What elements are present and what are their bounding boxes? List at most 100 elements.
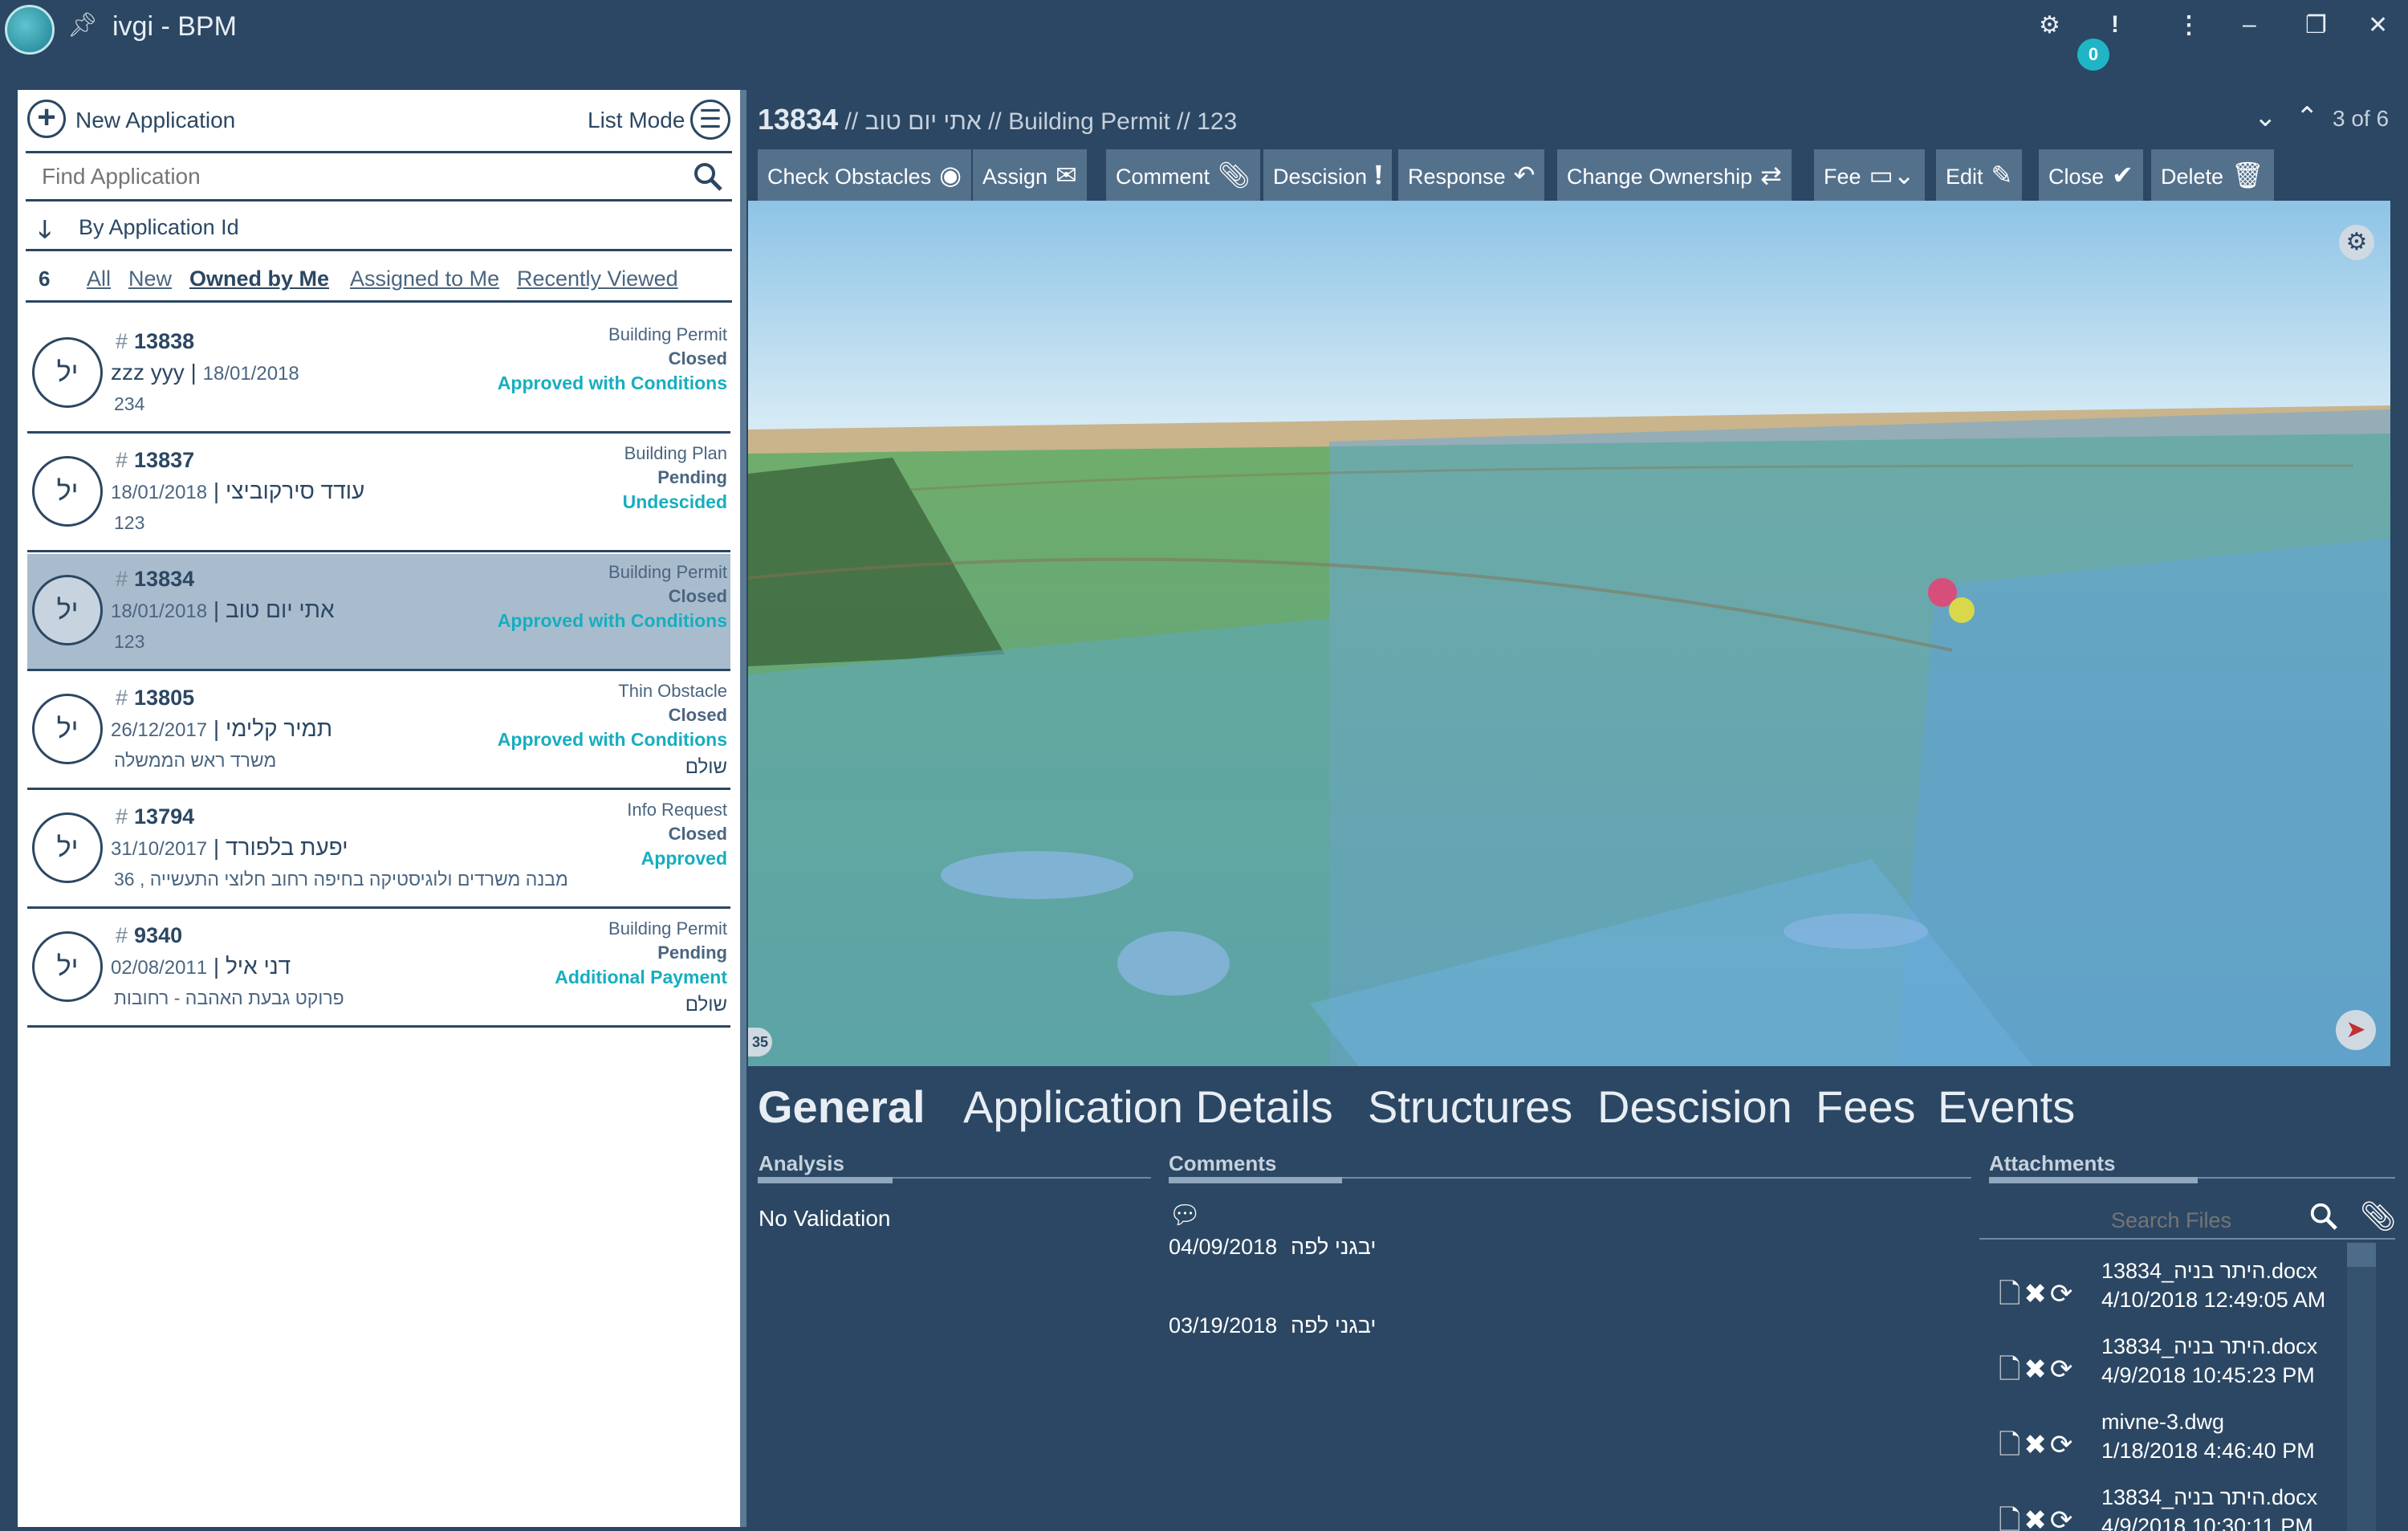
application-item[interactable]: יל #13805 תמיר קלימי | 26/12/2017 משרד ראש … xyxy=(27,673,730,790)
search-files-input[interactable] xyxy=(1983,1206,2231,1235)
application-item[interactable]: יל #13837 עודד סירקוביצי | 18/01/2018 123 Bu… xyxy=(27,435,730,552)
map-canvas[interactable] xyxy=(748,201,2390,1066)
comment-date: 03/19/2018 xyxy=(1169,1313,1278,1338)
avatar: יל xyxy=(32,812,103,883)
filter-recently-viewed[interactable]: Recently Viewed xyxy=(517,267,678,291)
file-icon[interactable]: 🗋︎ xyxy=(1999,1354,2020,1385)
attachment-item[interactable]: 🗋︎ ✖ ⟳ 13834_היתר בניה.docx 4/9/2018 10:30:1… xyxy=(1999,1485,2344,1531)
filter-assigned-to-me[interactable]: Assigned to Me xyxy=(350,267,499,291)
attachment-name[interactable]: 13834_היתר בניה.docx xyxy=(2101,1259,2317,1284)
application-subtitle: 123 xyxy=(114,512,145,533)
attachment-name[interactable]: 13834_היתר בניה.docx xyxy=(2101,1334,2317,1359)
close-window-icon[interactable]: ✕ xyxy=(2368,11,2388,39)
attachment-item[interactable]: 🗋︎ ✖ ⟳ mivne-3.dwg 1/18/2018 4:46:40 PM xyxy=(1999,1410,2344,1485)
check-obstacles-button[interactable]: Check Obstacles ◉ xyxy=(758,149,972,201)
delete-icon[interactable]: ✖ xyxy=(2024,1430,2047,1460)
new-application-button[interactable]: New Application xyxy=(75,108,235,133)
assign-button[interactable]: Assign ✉ xyxy=(973,149,1087,201)
attachment-item[interactable]: 🗋︎ ✖ ⟳ 13834_היתר בניה.docx 4/9/2018 10:45:2… xyxy=(1999,1334,2344,1410)
refresh-icon[interactable]: ⟳ xyxy=(2050,1430,2073,1460)
delete-icon[interactable]: ✖ xyxy=(2024,1279,2047,1309)
application-item[interactable]: יל #13838 zzz yyy | 18/01/2018 234 Building … xyxy=(27,316,730,434)
map-marker[interactable] xyxy=(1949,597,1975,623)
file-icon[interactable]: 🗋︎ xyxy=(1999,1279,2020,1309)
comment-button[interactable]: Comment 📎︎ xyxy=(1106,149,1260,201)
attachment-name[interactable]: 13834_היתר בניה.docx xyxy=(2101,1485,2317,1510)
applicant-name: עודד סירקוביצי xyxy=(225,478,365,503)
refresh-icon[interactable]: ⟳ xyxy=(2050,1354,2073,1385)
applicant-name: zzz yyy xyxy=(111,360,185,385)
attachments-scrollbar[interactable] xyxy=(2347,1243,2376,1531)
attachment-actions: 🗋︎ ✖ ⟳ xyxy=(1999,1426,2072,1472)
refresh-icon[interactable]: ⟳ xyxy=(2050,1505,2073,1531)
change-ownership-button[interactable]: Change Ownership ⇄ xyxy=(1557,149,1792,201)
map-settings-icon[interactable]: ⚙ xyxy=(2339,225,2374,260)
notification-badge[interactable]: 0 xyxy=(2077,39,2109,71)
window-title: ivgi - BPM xyxy=(112,11,237,42)
applicant-line: zzz yyy | 18/01/2018 xyxy=(111,360,299,385)
compass-icon[interactable]: ➤ xyxy=(2336,1010,2376,1050)
application-status: Closed xyxy=(668,705,727,725)
attachment-item[interactable]: 🗋︎ ✖ ⟳ 13834_היתר בניה.docx 4/10/2018 12:49:… xyxy=(1999,1259,2344,1334)
search-icon[interactable] xyxy=(2308,1201,2339,1239)
application-date: 02/08/2011 xyxy=(111,957,208,979)
chevron-down-icon[interactable]: ⌄ xyxy=(2254,102,2277,132)
minimize-icon[interactable]: – xyxy=(2243,11,2256,39)
pin-icon[interactable]: 📌︎ xyxy=(67,11,98,39)
result-count: 6 xyxy=(39,267,51,291)
attach-file-icon[interactable]: 📎︎ xyxy=(2360,1199,2397,1233)
gear-icon[interactable]: ⚙ xyxy=(2039,11,2060,39)
delete-icon[interactable]: ✖ xyxy=(2024,1354,2047,1385)
application-item[interactable]: יל #13834 אתי יום טוב | 18/01/2018 123 Build… xyxy=(27,554,730,671)
application-status: Closed xyxy=(668,348,727,368)
application-type: Thin Obstacle xyxy=(618,681,727,701)
application-item[interactable]: יל #9340 דני איל | 02/08/2011 פרוקט גבעת הא… xyxy=(27,910,730,1028)
list-mode-button[interactable]: List Mode xyxy=(588,108,685,133)
delete-button[interactable]: Delete 🗑︎ xyxy=(2151,149,2274,201)
edit-button[interactable]: Edit ✎ xyxy=(1936,149,2023,201)
attachment-name[interactable]: mivne-3.dwg xyxy=(2101,1410,2224,1435)
map-view[interactable] xyxy=(748,201,2390,1066)
file-icon[interactable]: 🗋︎ xyxy=(1999,1505,2020,1531)
application-subtitle: 123 xyxy=(114,631,145,652)
filter-new[interactable]: New xyxy=(128,267,172,291)
delete-icon[interactable]: ✖ xyxy=(2024,1505,2047,1531)
response-button[interactable]: Response ↶ xyxy=(1398,149,1545,201)
find-application-input[interactable] xyxy=(26,156,724,197)
toolbar-button-label: Descision xyxy=(1273,165,1368,189)
application-id: #13837 xyxy=(116,448,195,472)
panel-splitter[interactable] xyxy=(740,90,746,1527)
toolbar-button-label: Fee xyxy=(1824,165,1861,189)
tab-structures[interactable]: Structures xyxy=(1368,1081,1572,1133)
descision-button[interactable]: Descision ❗︎ xyxy=(1263,149,1392,201)
filter-owned-by-me[interactable]: Owned by Me xyxy=(189,267,329,291)
close-button[interactable]: Close ✔ xyxy=(2039,149,2143,201)
plus-circle-icon[interactable]: + xyxy=(27,100,66,138)
refresh-icon[interactable]: ⟳ xyxy=(2050,1279,2073,1309)
application-id-value: 13834 xyxy=(134,567,195,591)
application-subtitle: פרוקט גבעת האהבה - רחובות xyxy=(114,987,344,1008)
tab-fees[interactable]: Fees xyxy=(1816,1081,1916,1133)
exclamation-icon: ❗︎ xyxy=(1375,161,1382,189)
avatar: יל xyxy=(32,575,103,645)
list-icon[interactable]: ☰ xyxy=(690,100,730,140)
applicant-line: יפעת בלפורד | 31/10/2017 xyxy=(111,835,348,860)
application-item[interactable]: יל #13794 יפעת בלפורד | 31/10/2017 מבנה משר… xyxy=(27,792,730,909)
file-icon[interactable]: 🗋︎ xyxy=(1999,1430,2020,1460)
filter-all[interactable]: All xyxy=(87,267,111,291)
tab-descision[interactable]: Descision xyxy=(1597,1081,1792,1133)
tab-general[interactable]: General xyxy=(758,1081,925,1133)
tab-events[interactable]: Events xyxy=(1938,1081,2075,1133)
comment-bubble-icon[interactable]: 💬︎ xyxy=(1169,1199,1202,1230)
tab-application-details[interactable]: Application Details xyxy=(963,1081,1333,1133)
search-icon[interactable] xyxy=(692,161,724,200)
fee-button[interactable]: Fee ▭⌄ xyxy=(1814,149,1925,201)
alert-icon[interactable]: ! xyxy=(2111,11,2119,39)
more-options-icon[interactable]: ⋮ xyxy=(2177,11,2201,39)
scrollbar-thumb[interactable] xyxy=(2347,1243,2376,1267)
reply-icon: ↶ xyxy=(1513,161,1536,189)
sort-by-label[interactable]: By Application Id xyxy=(79,215,239,240)
chevron-up-icon[interactable]: ⌃ xyxy=(2296,102,2319,132)
sort-down-icon[interactable]: 🡓 xyxy=(39,212,51,253)
restore-icon[interactable]: ❐ xyxy=(2305,11,2327,39)
